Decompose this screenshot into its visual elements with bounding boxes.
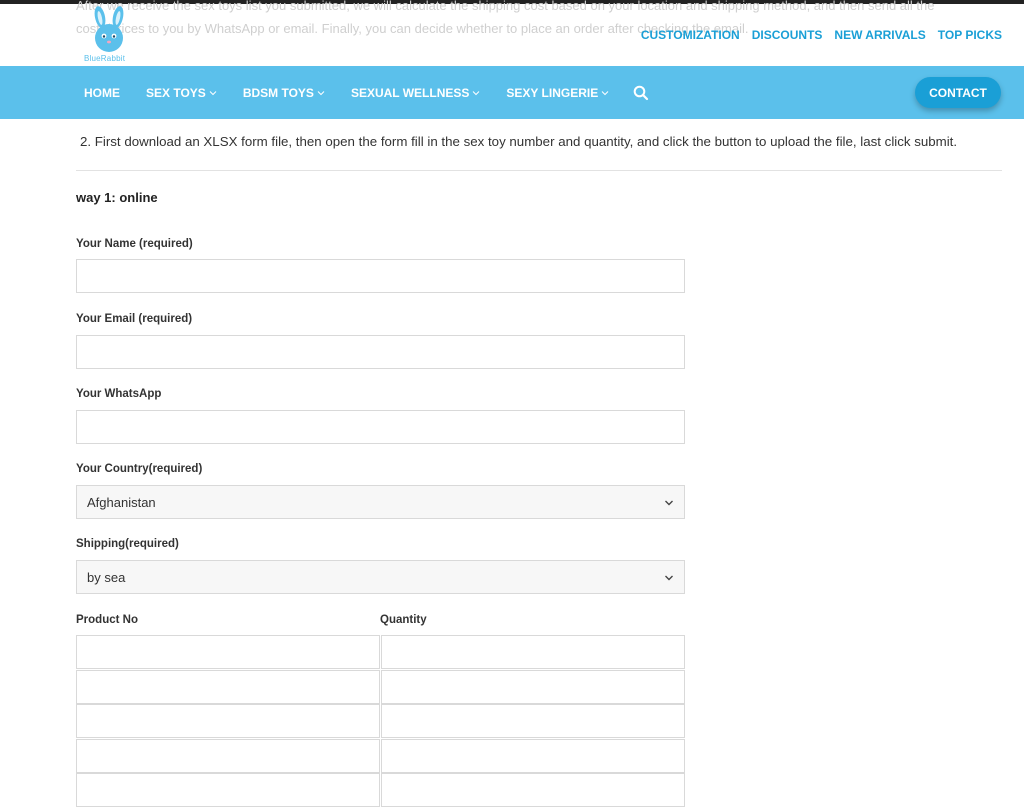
top-link-top-picks[interactable]: TOP PICKS (938, 28, 1002, 42)
top-link-new-arrivals[interactable]: NEW ARRIVALS (834, 28, 925, 42)
intro-text: 2. First download an XLSX form file, the… (80, 134, 958, 149)
contact-button[interactable]: CONTACT (915, 77, 1001, 108)
nav-item-sexual-wellness[interactable]: SEXUAL WELLNESS (351, 86, 480, 100)
divider (76, 170, 1002, 171)
email-input[interactable] (76, 335, 685, 369)
search-icon[interactable] (633, 85, 649, 101)
top-link-discounts[interactable]: DISCOUNTS (752, 28, 823, 42)
logo-text: BlueRabbit (84, 54, 126, 63)
whatsapp-input[interactable] (76, 410, 685, 444)
main-navbar: HOME SEX TOYS BDSM TOYS SEXUAL WELLNESS … (0, 66, 1024, 119)
nav-item-bdsm-toys[interactable]: BDSM TOYS (243, 86, 325, 100)
product-no-input[interactable] (76, 739, 380, 773)
country-select-value: Afghanistan (87, 494, 156, 510)
quantity-header: Quantity (380, 614, 427, 626)
top-link-customization[interactable]: CUSTOMIZATION (641, 28, 740, 42)
shipping-label: Shipping(required) (76, 538, 179, 550)
chevron-down-icon (317, 90, 325, 95)
nav-item-label: SEXUAL WELLNESS (350, 85, 470, 100)
nav-item-label: SEX TOYS (146, 85, 206, 100)
country-label: Your Country(required) (76, 463, 203, 475)
chevron-down-icon (665, 500, 673, 506)
product-no-input[interactable] (76, 670, 380, 704)
product-no-input[interactable] (76, 704, 380, 738)
country-select[interactable]: Afghanistan (76, 485, 685, 519)
chevron-down-icon (209, 90, 217, 95)
email-label: Your Email (required) (76, 313, 193, 325)
nav-item-label: BDSM TOYS (242, 85, 314, 100)
nav-item-label: HOME (84, 85, 120, 100)
rabbit-logo-icon (94, 6, 124, 52)
product-no-input[interactable] (76, 773, 380, 807)
quantity-input[interactable] (381, 670, 685, 704)
shipping-select[interactable]: by sea (76, 560, 685, 594)
name-label: Your Name (required) (76, 238, 193, 250)
shipping-select-value: by sea (87, 569, 126, 585)
nav-items: HOME SEX TOYS BDSM TOYS SEXUAL WELLNESS … (84, 66, 649, 119)
nav-item-label: SEXY LINGERIE (506, 85, 599, 100)
chevron-down-icon (601, 90, 609, 95)
chevron-down-icon (473, 90, 480, 95)
whatsapp-label: Your WhatsApp (76, 388, 162, 400)
name-input[interactable] (76, 259, 685, 293)
nav-item-sex-toys[interactable]: SEX TOYS (146, 86, 217, 100)
top-links: CUSTOMIZATION DISCOUNTS NEW ARRIVALS TOP… (641, 28, 1002, 42)
nav-item-home[interactable]: HOME (84, 86, 120, 100)
quantity-input[interactable] (381, 773, 685, 807)
nav-item-sexy-lingerie[interactable]: SEXY LINGERIE (506, 86, 609, 100)
background-copy-line: After we receive the sex toys list you s… (76, 0, 935, 13)
site-logo[interactable]: BlueRabbit (84, 6, 136, 64)
quantity-input[interactable] (381, 635, 685, 669)
quantity-input[interactable] (381, 704, 685, 738)
section-title: way 1: online (76, 190, 158, 205)
product-no-header: Product No (76, 614, 138, 626)
product-no-input[interactable] (76, 635, 380, 669)
quantity-input[interactable] (381, 739, 685, 773)
chevron-down-icon (665, 575, 673, 581)
